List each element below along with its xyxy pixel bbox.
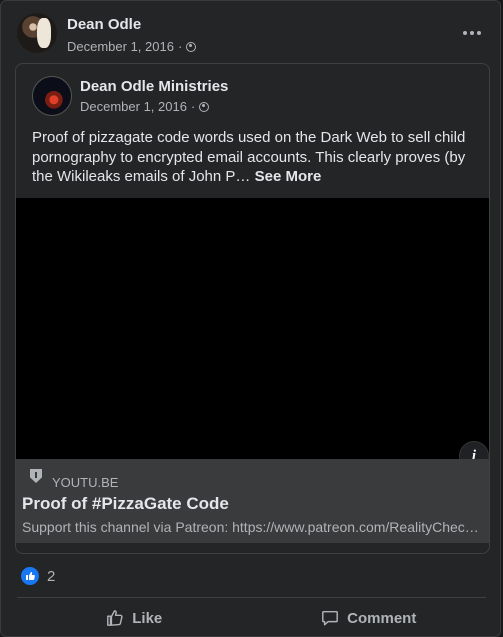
see-more-link[interactable]: See More — [255, 168, 322, 185]
shared-post-body: Proof of pizzagate code words used on th… — [32, 129, 466, 185]
meta-separator: · — [177, 39, 183, 54]
comment-icon — [322, 610, 339, 626]
more-options-icon[interactable] — [457, 23, 487, 43]
comment-button[interactable]: Comment — [252, 600, 487, 636]
globe-icon — [199, 101, 210, 112]
reaction-count[interactable]: 2 — [47, 568, 55, 585]
shared-author-avatar[interactable] — [32, 76, 72, 116]
shield-icon — [30, 469, 42, 483]
shared-post-text: Proof of pizzagate code words used on th… — [32, 128, 472, 187]
shared-post: Dean Odle Ministries December 1, 2016 · … — [15, 63, 490, 554]
author-avatar[interactable] — [17, 13, 57, 53]
reactions-summary[interactable]: 2 — [21, 567, 55, 585]
post-date[interactable]: December 1, 2016 — [67, 39, 174, 54]
video-player[interactable]: i — [16, 198, 489, 471]
author-name[interactable]: Dean Odle — [67, 16, 141, 33]
post-header: Dean Odle December 1, 2016 · — [17, 13, 487, 57]
facebook-post: Dean Odle December 1, 2016 · Dean Odle M… — [0, 0, 501, 637]
thumbs-up-icon — [107, 610, 123, 626]
like-button[interactable]: Like — [17, 600, 252, 636]
link-domain: YOUTU.BE — [52, 475, 119, 490]
shared-author-name[interactable]: Dean Odle Ministries — [80, 78, 228, 95]
post-meta: December 1, 2016 · — [67, 39, 197, 54]
shared-post-date[interactable]: December 1, 2016 — [80, 99, 187, 114]
comment-label: Comment — [347, 609, 417, 627]
like-reaction-icon — [21, 567, 39, 585]
shared-post-meta: December 1, 2016 · — [80, 99, 210, 114]
link-preview[interactable]: YOUTU.BE Proof of #PizzaGate Code Suppor… — [16, 459, 489, 543]
post-actions: Like Comment — [17, 600, 486, 636]
globe-icon — [186, 41, 197, 52]
action-divider — [17, 597, 486, 598]
link-title[interactable]: Proof of #PizzaGate Code — [22, 494, 229, 514]
link-description: Support this channel via Patreon: https:… — [22, 519, 480, 535]
like-label: Like — [132, 609, 163, 627]
shared-meta-separator: · — [190, 99, 196, 114]
